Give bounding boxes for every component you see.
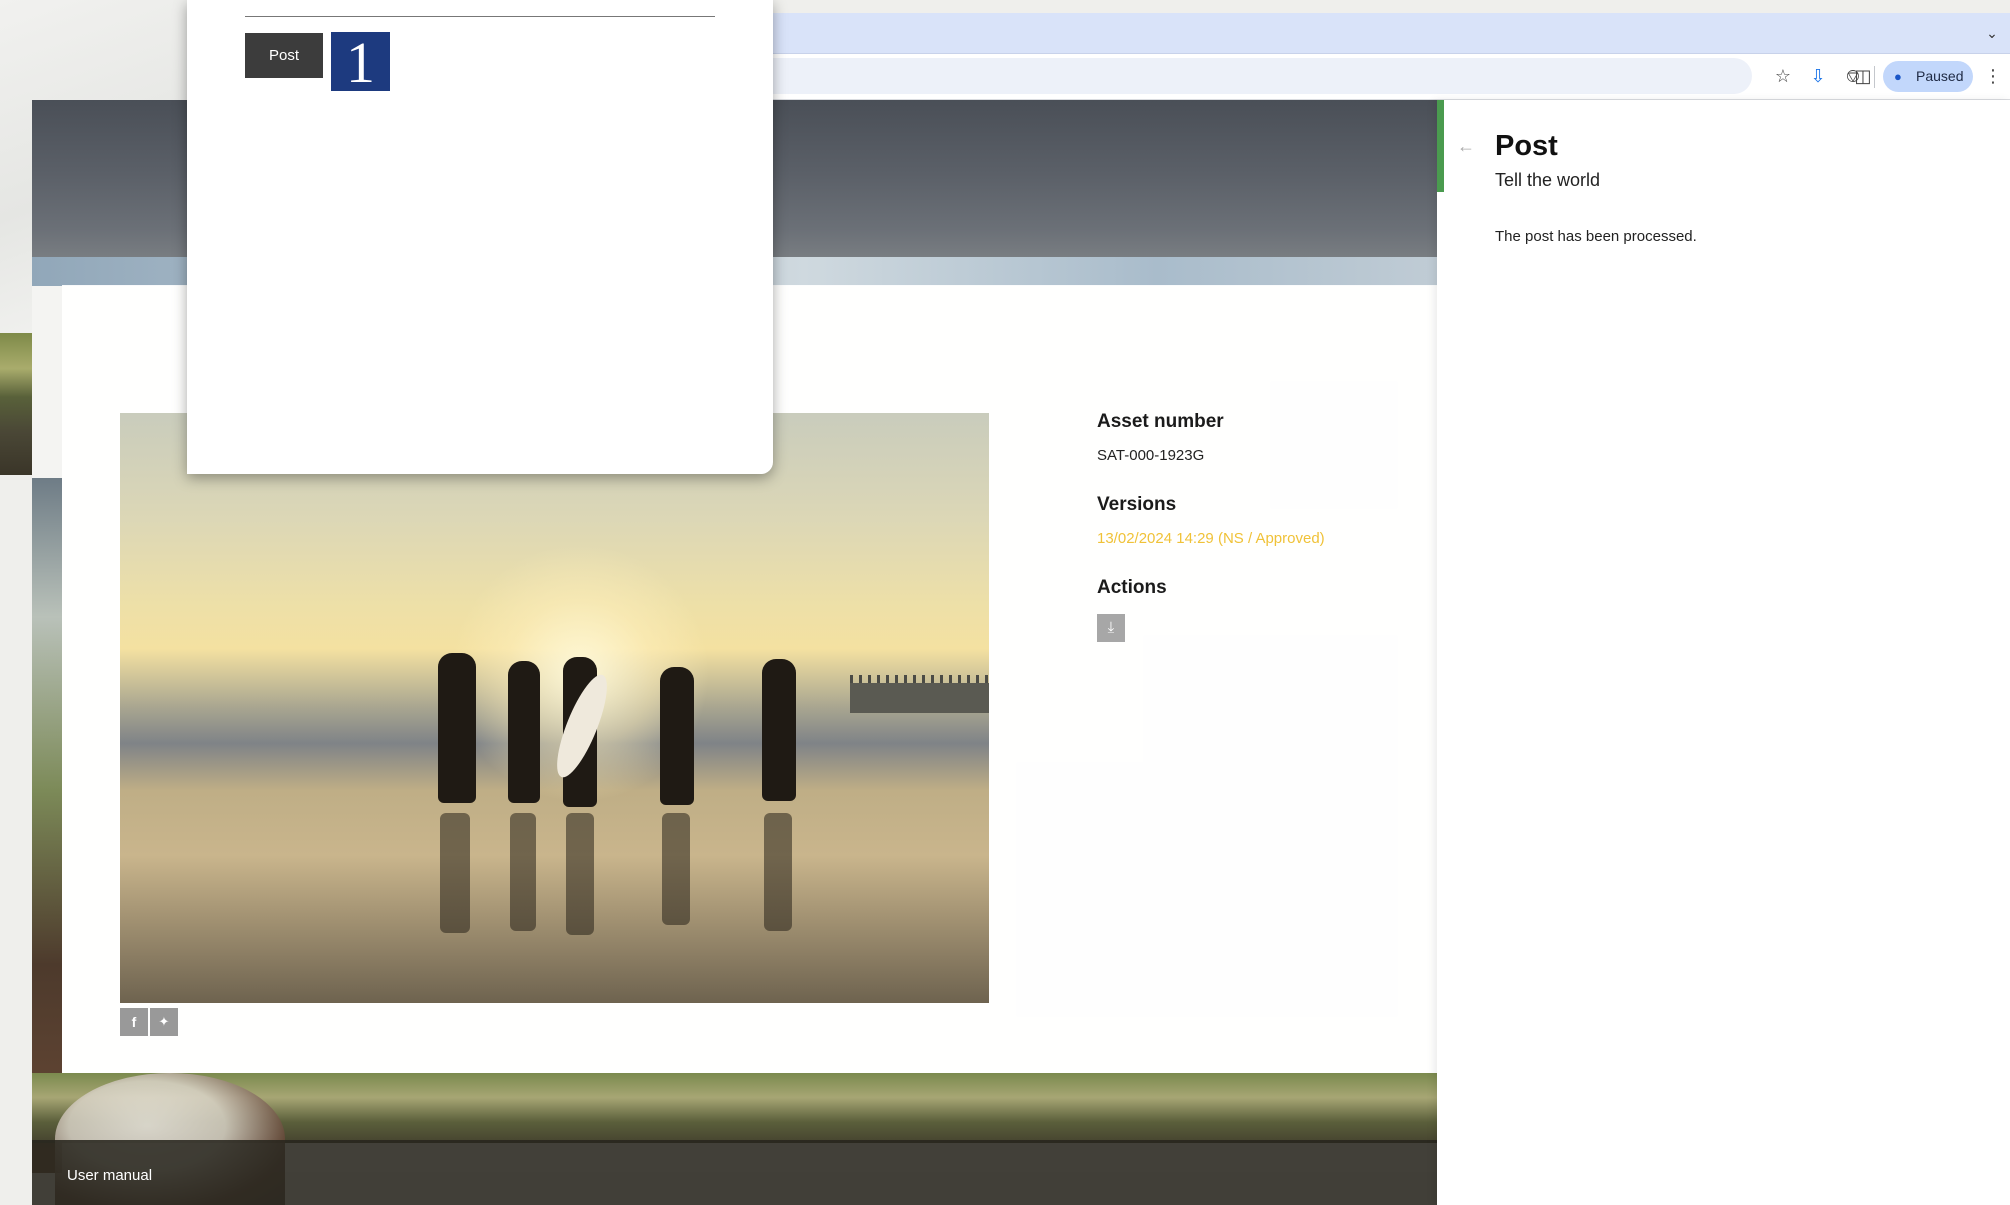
background-edge-photo xyxy=(32,478,62,1173)
address-bar[interactable] xyxy=(770,58,1752,94)
asset-number-label: Asset number xyxy=(1097,411,1224,432)
asset-number-value: SAT-000-1923G xyxy=(1097,447,1205,464)
panel-title: Post xyxy=(1495,130,1558,162)
versions-label: Versions xyxy=(1097,494,1177,515)
surfer-reflection xyxy=(510,813,536,931)
browser-tab-strip: ⌄ xyxy=(770,13,2010,54)
asset-preview-image[interactable] xyxy=(120,413,989,1003)
twitter-share-icon[interactable]: ✦ xyxy=(150,1008,178,1036)
star-icon[interactable]: ☆ xyxy=(1770,63,1796,89)
side-panel: ← Post Tell the world The post has been … xyxy=(1437,100,2010,1205)
pier xyxy=(850,683,989,713)
surfer-reflection xyxy=(440,813,470,933)
panel-status-message: The post has been processed. xyxy=(1495,228,1697,245)
share-popup-window: Post 1 xyxy=(187,0,773,474)
tab-search-chevron-icon[interactable]: ⌄ xyxy=(1980,21,2004,45)
side-panel-icon[interactable]: ◫ xyxy=(1850,63,1876,89)
profile-chip-label: Paused xyxy=(1916,68,1964,84)
profile-icon: ● xyxy=(1894,69,1902,84)
panel-accent-bar xyxy=(1437,100,1444,192)
surfer-silhouette xyxy=(762,659,796,801)
surfer-reflection xyxy=(566,813,594,935)
version-link[interactable]: 13/02/2024 14:29 (NS / Approved) xyxy=(1097,530,1325,547)
actions-label: Actions xyxy=(1097,577,1167,598)
browser-toolbar: ☆ ⇩ ⎊ ● Paused ⋮ xyxy=(770,54,2010,100)
surfer-silhouette xyxy=(660,667,694,805)
profile-paused-chip[interactable]: ● Paused xyxy=(1883,61,1973,92)
download-arrow-icon: ⤓ xyxy=(1107,619,1115,636)
download-button[interactable]: ⤓ xyxy=(1097,614,1125,642)
surfer-reflection xyxy=(662,813,690,925)
back-arrow-icon[interactable]: ← xyxy=(1454,134,1478,158)
surfer-silhouette xyxy=(508,661,540,803)
download-icon[interactable]: ⇩ xyxy=(1805,63,1831,89)
post-button[interactable]: Post xyxy=(245,33,323,78)
facebook-share-icon[interactable]: f xyxy=(120,1008,148,1036)
more-icon[interactable]: ⋮ xyxy=(1980,63,2006,89)
user-manual-link[interactable]: User manual xyxy=(67,1167,152,1184)
footer xyxy=(32,1140,1437,1205)
panel-subtitle: Tell the world xyxy=(1495,170,1601,190)
popup-divider xyxy=(245,16,715,17)
surfer-reflection xyxy=(764,813,792,931)
surfer-silhouette xyxy=(438,653,476,803)
post-counter-badge: 1 xyxy=(331,32,390,94)
